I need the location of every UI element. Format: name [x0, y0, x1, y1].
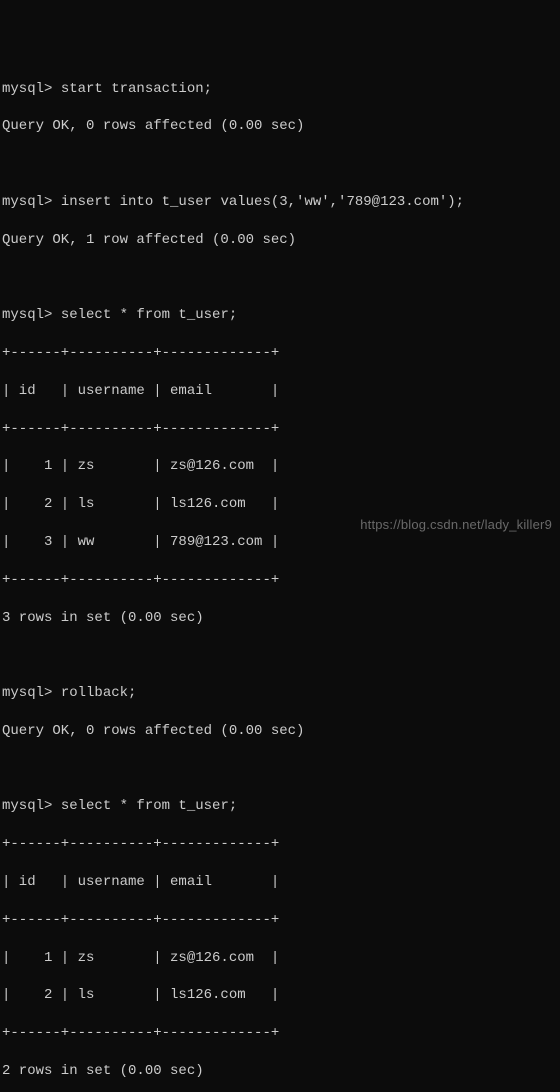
table-row: | 2 | ls | ls126.com |: [2, 495, 558, 514]
terminal-line: mysql> select * from t_user;: [2, 797, 558, 816]
mysql-prompt: mysql>: [2, 194, 61, 210]
mysql-prompt: mysql>: [2, 685, 61, 701]
command-text: select * from t_user;: [61, 798, 237, 814]
mysql-prompt: mysql>: [2, 307, 61, 323]
query-response: Query OK, 0 rows affected (0.00 sec): [2, 722, 558, 741]
table-row: | 2 | ls | ls126.com |: [2, 986, 558, 1005]
table-border: +------+----------+-------------+: [2, 1024, 558, 1043]
blank-line: [2, 646, 558, 665]
table-row: | 1 | zs | zs@126.com |: [2, 949, 558, 968]
table-border: +------+----------+-------------+: [2, 835, 558, 854]
rowcount-footer: 2 rows in set (0.00 sec): [2, 1062, 558, 1081]
table-border: +------+----------+-------------+: [2, 571, 558, 590]
table-header: | id | username | email |: [2, 873, 558, 892]
mysql-prompt: mysql>: [2, 798, 61, 814]
command-text: insert into t_user values(3,'ww','789@12…: [61, 194, 464, 210]
table-row: | 1 | zs | zs@126.com |: [2, 457, 558, 476]
table-border: +------+----------+-------------+: [2, 344, 558, 363]
command-text: select * from t_user;: [61, 307, 237, 323]
watermark-text: https://blog.csdn.net/lady_killer9: [360, 516, 552, 534]
query-response: Query OK, 1 row affected (0.00 sec): [2, 231, 558, 250]
table-header: | id | username | email |: [2, 382, 558, 401]
command-text: rollback;: [61, 685, 137, 701]
query-response: Query OK, 0 rows affected (0.00 sec): [2, 117, 558, 136]
blank-line: [2, 760, 558, 779]
terminal-line: mysql> insert into t_user values(3,'ww',…: [2, 193, 558, 212]
terminal-line: mysql> start transaction;: [2, 80, 558, 99]
table-border: +------+----------+-------------+: [2, 911, 558, 930]
terminal-line: mysql> select * from t_user;: [2, 306, 558, 325]
mysql-prompt: mysql>: [2, 81, 61, 97]
blank-line: [2, 155, 558, 174]
command-text: start transaction;: [61, 81, 212, 97]
rowcount-footer: 3 rows in set (0.00 sec): [2, 609, 558, 628]
table-border: +------+----------+-------------+: [2, 420, 558, 439]
terminal-line: mysql> rollback;: [2, 684, 558, 703]
blank-line: [2, 268, 558, 287]
table-row: | 3 | ww | 789@123.com |: [2, 533, 558, 552]
